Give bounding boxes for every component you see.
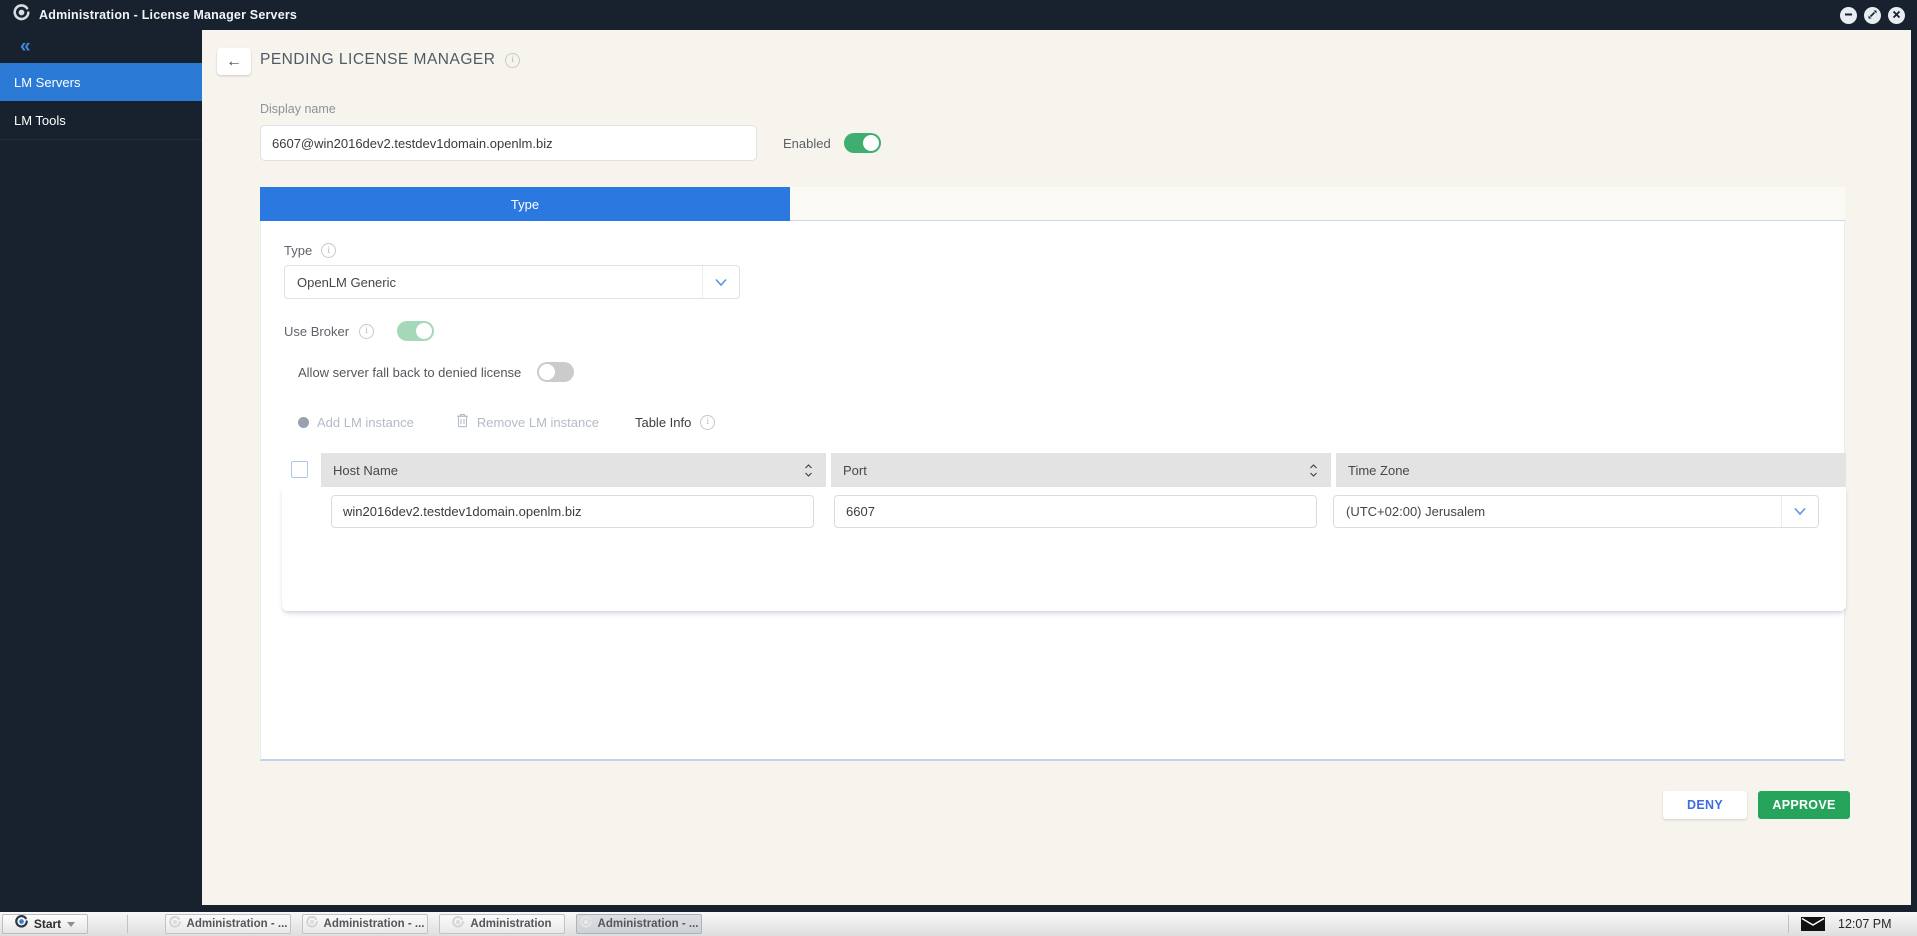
host-name-input[interactable]: [331, 495, 814, 528]
use-broker-field: Use Broker i: [284, 321, 435, 341]
collapse-sidebar-icon[interactable]: «: [20, 36, 30, 58]
table-actions: Add LM instance Remove LM instance Table…: [298, 412, 716, 432]
remove-lm-instance-label: Remove LM instance: [476, 414, 599, 430]
taskbar-item-label: Administration - ...: [323, 918, 425, 930]
taskbar-divider: [127, 915, 128, 933]
start-logo-icon: [15, 915, 28, 933]
trash-icon: [456, 413, 469, 431]
taskbar-item-2[interactable]: Administration - ...: [302, 914, 428, 934]
fallback-toggle[interactable]: [537, 362, 575, 382]
mail-icon[interactable]: [1801, 917, 1825, 936]
deny-button[interactable]: DENY: [1663, 791, 1747, 819]
add-lm-instance-label: Add LM instance: [317, 414, 414, 430]
fallback-label: Allow server fall back to denied license: [298, 364, 522, 380]
tab-type[interactable]: Type: [260, 187, 790, 221]
sidebar-item-lm-servers[interactable]: LM Servers: [0, 63, 202, 101]
fallback-field: Allow server fall back to denied license: [298, 362, 575, 382]
enabled-field: Enabled: [783, 133, 881, 153]
start-label: Start: [33, 917, 62, 931]
back-button[interactable]: ←: [217, 48, 251, 75]
table-info-label: Table Info: [634, 414, 692, 430]
display-name-input[interactable]: [260, 125, 757, 161]
taskbar-item-icon: [168, 915, 181, 933]
taskbar-item-4[interactable]: Administration - ...: [576, 914, 702, 934]
sidebar-item-lm-tools[interactable]: LM Tools: [0, 101, 202, 140]
approve-button[interactable]: APPROVE: [1758, 791, 1850, 819]
enabled-label: Enabled: [783, 135, 831, 151]
minimize-icon: [1843, 7, 1854, 25]
tray-divider: [1788, 915, 1789, 933]
time-zone-select[interactable]: (UTC+02:00) Jerusalem: [1333, 495, 1819, 528]
tab-bar: Type: [260, 187, 1845, 221]
column-header-port[interactable]: Port: [831, 453, 1331, 487]
maximize-icon: [1867, 7, 1878, 25]
taskbar-item-3[interactable]: Administration: [439, 914, 565, 934]
taskbar-clock: 12:07 PM: [1838, 917, 1892, 931]
toggle-knob: [416, 323, 433, 339]
use-broker-info-icon[interactable]: i: [359, 323, 375, 339]
type-select[interactable]: OpenLM Generic: [284, 265, 740, 299]
main-content: ← PENDING LICENSE MANAGER i Display name…: [202, 30, 1911, 905]
column-header-host-name[interactable]: Host Name: [321, 453, 826, 487]
type-panel: Type i OpenLM Generic Use Broker i Allow…: [260, 221, 1846, 761]
table-info-button[interactable]: Table Info i: [634, 414, 716, 430]
chevron-down-icon: [1781, 496, 1818, 527]
port-input[interactable]: [834, 495, 1317, 528]
display-name-label: Display name: [260, 102, 336, 116]
page-title-text: PENDING LICENSE MANAGER: [260, 51, 496, 68]
use-broker-label: Use Broker: [284, 323, 350, 339]
toggle-knob: [862, 135, 879, 151]
taskbar-item-icon: [579, 915, 592, 933]
sort-icon[interactable]: [803, 462, 814, 479]
add-lm-instance-button[interactable]: Add LM instance: [298, 415, 414, 430]
start-caret-icon: [67, 921, 76, 927]
remove-lm-instance-button[interactable]: Remove LM instance: [456, 413, 599, 431]
window-title: Administration - License Manager Servers: [39, 8, 298, 22]
type-select-value: OpenLM Generic: [297, 274, 396, 290]
app-logo-icon: [13, 4, 30, 26]
add-instance-icon: [298, 416, 309, 428]
column-label: Port: [843, 462, 867, 478]
close-icon: [1891, 7, 1902, 25]
back-arrow-icon: ←: [226, 52, 242, 70]
pending-info-icon[interactable]: i: [505, 52, 521, 68]
taskbar-item-icon: [452, 915, 465, 933]
enabled-toggle[interactable]: [843, 133, 881, 153]
tab-label: Type: [510, 196, 540, 212]
table-info-icon[interactable]: i: [700, 414, 716, 430]
column-header-time-zone[interactable]: Time Zone: [1336, 453, 1846, 487]
sidebar-item-label: LM Tools: [14, 112, 66, 128]
window-controls: [1840, 7, 1905, 24]
toggle-knob: [539, 364, 556, 380]
desktop: Administration - License Manager Servers…: [0, 0, 1917, 936]
column-label: Host Name: [333, 462, 399, 478]
minimize-button[interactable]: [1840, 7, 1857, 24]
taskbar-item-label: Administration - ...: [186, 918, 288, 930]
taskbar: Start Administration - ... Administratio…: [0, 912, 1917, 936]
taskbar-item-label: Administration - ...: [597, 918, 699, 930]
type-info-icon[interactable]: i: [321, 243, 337, 258]
type-label-text: Type: [284, 243, 313, 258]
taskbar-item-label: Administration: [470, 918, 552, 930]
table-header: Host Name Port Time Zone: [321, 453, 1846, 487]
close-button[interactable]: [1888, 7, 1905, 24]
time-zone-value: (UTC+02:00) Jerusalem: [1346, 504, 1486, 519]
taskbar-item-1[interactable]: Administration - ...: [165, 914, 291, 934]
chevron-down-icon: [702, 266, 739, 298]
sidebar-item-label: LM Servers: [14, 74, 81, 90]
taskbar-item-icon: [305, 915, 318, 933]
sort-icon[interactable]: [1308, 462, 1319, 479]
column-label: Time Zone: [1348, 462, 1410, 478]
sidebar: « LM Servers LM Tools: [0, 30, 202, 912]
start-button[interactable]: Start: [2, 914, 88, 934]
select-all-checkbox[interactable]: [291, 461, 308, 478]
window-titlebar: Administration - License Manager Servers: [0, 0, 1917, 30]
page-title: PENDING LICENSE MANAGER i: [260, 51, 521, 69]
use-broker-toggle[interactable]: [397, 321, 435, 341]
type-field-label: Type i: [284, 243, 337, 258]
maximize-button[interactable]: [1864, 7, 1881, 24]
